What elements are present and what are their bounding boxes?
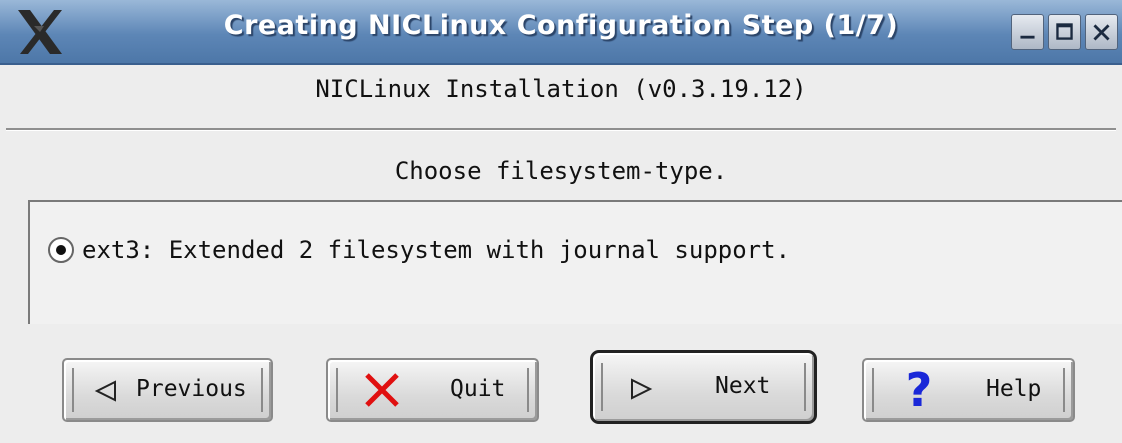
question-mark-icon: ? bbox=[906, 364, 933, 412]
close-icon bbox=[1093, 24, 1110, 41]
filesystem-option-ext3[interactable]: ext3: Extended 2 filesystem with journal… bbox=[48, 236, 790, 264]
close-button[interactable] bbox=[1085, 14, 1118, 50]
next-button[interactable]: Next bbox=[590, 350, 817, 424]
maximize-button[interactable] bbox=[1048, 14, 1081, 50]
filesystem-prompt: Choose filesystem-type. bbox=[394, 157, 728, 185]
next-button-label: Next bbox=[715, 373, 771, 399]
installer-version-heading: NICLinux Installation (v0.3.19.12) bbox=[315, 75, 807, 103]
filesystem-options-list: ext3: Extended 2 filesystem with journal… bbox=[28, 200, 1122, 324]
window-title: Creating NICLinux Configuration Step (1/… bbox=[223, 10, 899, 41]
divider bbox=[6, 128, 1116, 131]
help-button[interactable]: ? Help bbox=[862, 358, 1075, 422]
previous-button[interactable]: Previous bbox=[62, 358, 273, 422]
ext3-option-label[interactable]: ext3: Extended 2 filesystem with journal… bbox=[82, 236, 790, 264]
quit-button-label: Quit bbox=[450, 376, 506, 402]
left-triangle-icon bbox=[94, 380, 116, 402]
minimize-button[interactable] bbox=[1011, 14, 1044, 50]
minimize-icon bbox=[1020, 35, 1035, 39]
right-triangle-icon bbox=[631, 378, 653, 400]
ext3-radio-button[interactable] bbox=[48, 237, 74, 263]
help-button-label: Help bbox=[986, 376, 1042, 402]
window-titlebar[interactable]: Creating NICLinux Configuration Step (1/… bbox=[0, 0, 1122, 65]
quit-button[interactable]: Quit bbox=[326, 358, 539, 422]
maximize-icon bbox=[1056, 23, 1073, 40]
red-x-icon bbox=[365, 373, 399, 407]
svg-text:?: ? bbox=[906, 364, 933, 412]
previous-button-label: Previous bbox=[136, 376, 247, 402]
